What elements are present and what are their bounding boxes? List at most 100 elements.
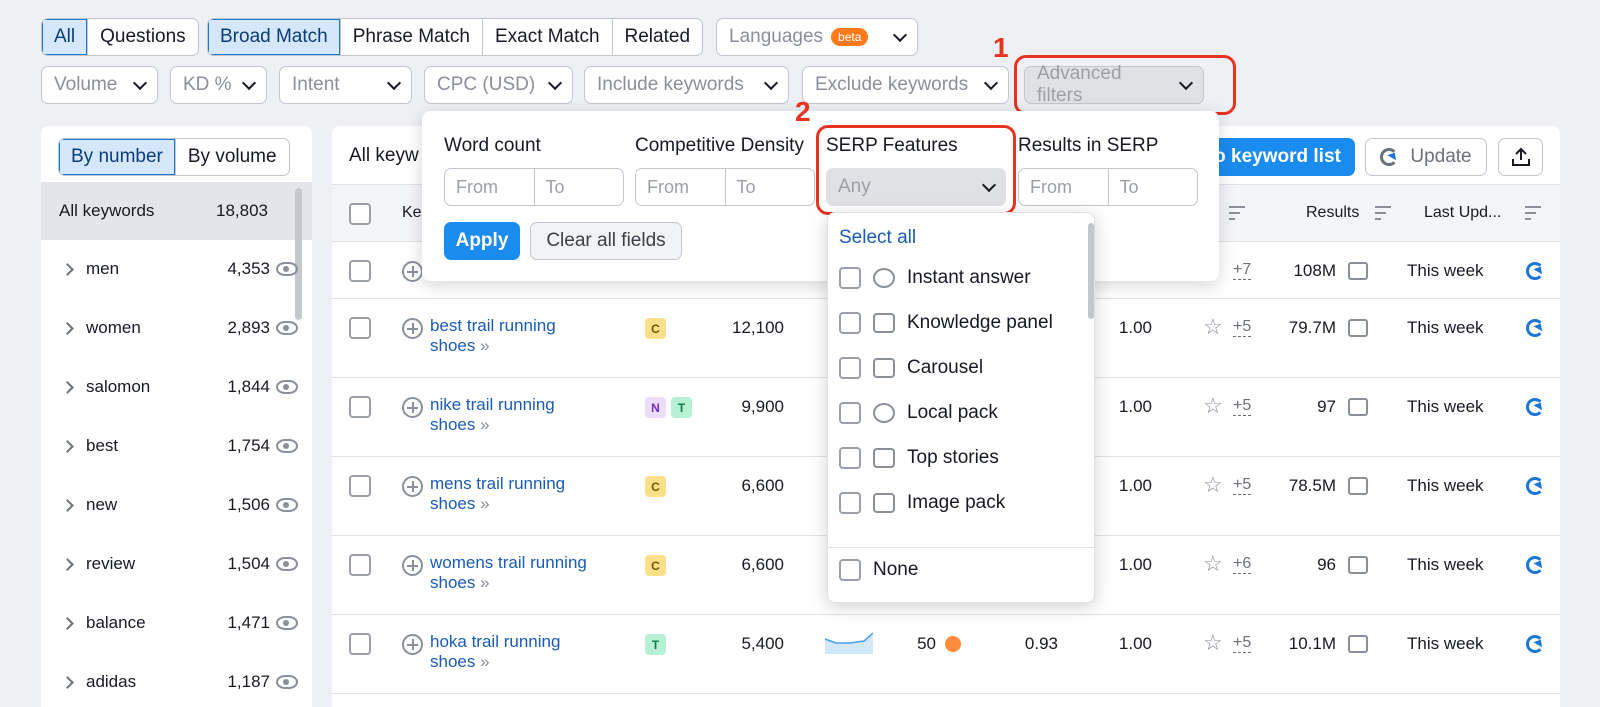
option-checkbox[interactable] [839,312,861,334]
serp-option-image-pack[interactable]: Image pack [839,485,1005,521]
group-row-salomon[interactable]: salomon 1,844 [41,358,312,416]
eye-icon[interactable] [276,557,298,571]
column-last-update-header[interactable]: Last Upd... [1424,204,1501,222]
select-all-checkbox[interactable] [349,203,371,225]
star-icon[interactable]: ☆ [1203,314,1223,340]
keyword-link[interactable]: womens trail running shoes » [430,553,620,593]
update-button[interactable]: Update [1365,138,1487,176]
serp-features-more[interactable]: +6 [1233,555,1252,574]
serp-list-scrollbar[interactable] [1088,223,1094,319]
option-checkbox[interactable] [839,492,861,514]
group-row-women[interactable]: women 2,893 [41,299,312,357]
serp-option-none[interactable]: None [839,552,918,588]
eye-icon[interactable] [276,675,298,689]
add-icon[interactable] [402,397,423,418]
exclude-keywords-filter[interactable]: Exclude keywords [802,66,1009,104]
add-icon[interactable] [402,634,423,655]
tab-all[interactable]: All [42,19,89,55]
eye-icon[interactable] [276,498,298,512]
group-row-adidas[interactable]: adidas 1,187 [41,653,312,707]
group-row-men[interactable]: men 4,353 [41,240,312,298]
tab-questions[interactable]: Questions [88,19,198,55]
group-row-best[interactable]: best 1,754 [41,417,312,475]
group-row-review[interactable]: review 1,504 [41,535,312,593]
option-checkbox[interactable] [839,267,861,289]
languages-dropdown[interactable]: Languages beta [716,18,918,56]
row-checkbox[interactable] [349,475,371,497]
row-checkbox[interactable] [349,396,371,418]
competitive-density-from[interactable]: From [636,169,726,205]
eye-icon[interactable] [276,380,298,394]
add-icon[interactable] [402,261,423,282]
kd-filter[interactable]: KD % [170,66,267,104]
word-count-from[interactable]: From [445,169,535,205]
results-in-serp-from[interactable]: From [1019,169,1109,205]
add-icon[interactable] [402,476,423,497]
serp-features-more[interactable]: +5 [1233,476,1252,495]
apply-button[interactable]: Apply [444,222,520,260]
refresh-icon[interactable] [1526,319,1544,337]
export-button[interactable] [1498,138,1543,176]
tab-exact-match[interactable]: Exact Match [483,19,613,55]
sort-icon[interactable] [1524,205,1542,221]
serp-features-more[interactable]: +5 [1233,397,1252,416]
tab-phrase-match[interactable]: Phrase Match [341,19,483,55]
serp-option-top-stories[interactable]: Top stories [839,440,999,476]
cpc-filter[interactable]: CPC (USD) [424,66,573,104]
option-checkbox[interactable] [839,447,861,469]
star-icon[interactable]: ☆ [1203,393,1223,419]
serp-option-knowledge-panel[interactable]: Knowledge panel [839,305,1053,341]
intent-filter[interactable]: Intent [279,66,412,104]
select-all-link[interactable]: Select all [839,227,916,249]
keyword-link[interactable]: hoka trail running shoes » [430,632,620,672]
serp-preview-icon[interactable] [1348,477,1368,495]
serp-preview-icon[interactable] [1348,319,1368,337]
option-checkbox[interactable] [839,357,861,379]
refresh-icon[interactable] [1526,556,1544,574]
eye-icon[interactable] [276,321,298,335]
column-results-header[interactable]: Results [1306,204,1359,222]
sort-icon[interactable] [1374,205,1392,221]
results-in-serp-to[interactable]: To [1109,169,1198,205]
include-keywords-filter[interactable]: Include keywords [584,66,789,104]
row-checkbox[interactable] [349,317,371,339]
sort-icon[interactable] [1228,205,1246,221]
volume-filter[interactable]: Volume [41,66,158,104]
row-checkbox[interactable] [349,554,371,576]
tab-related[interactable]: Related [613,19,702,55]
option-checkbox[interactable] [839,402,861,424]
serp-preview-icon[interactable] [1348,398,1368,416]
eye-icon[interactable] [276,439,298,453]
column-keyword-header[interactable]: Ke [402,204,422,222]
serp-features-more[interactable]: +5 [1233,634,1252,653]
all-keywords-row[interactable]: All keywords 18,803 [41,182,312,240]
keyword-link[interactable]: nike trail running shoes » [430,395,620,435]
eye-icon[interactable] [276,262,298,276]
table-row[interactable]: hoka trail running shoes » T 5,400 50 0.9… [332,615,1560,694]
group-row-new[interactable]: new 1,506 [41,476,312,534]
serp-features-more[interactable]: +5 [1233,318,1252,337]
group-row-balance[interactable]: balance 1,471 [41,594,312,652]
refresh-icon[interactable] [1526,262,1544,280]
tab-by-number[interactable]: By number [59,139,176,175]
refresh-icon[interactable] [1526,635,1544,653]
tab-broad-match[interactable]: Broad Match [208,19,341,55]
keyword-link[interactable]: mens trail running shoes » [430,474,620,514]
serp-option-instant-answer[interactable]: Instant answer [839,260,1031,296]
add-icon[interactable] [402,555,423,576]
star-icon[interactable]: ☆ [1203,551,1223,577]
star-icon[interactable]: ☆ [1203,630,1223,656]
serp-features-more[interactable]: +7 [1233,261,1252,280]
row-checkbox[interactable] [349,260,371,282]
serp-option-carousel[interactable]: Carousel [839,350,983,386]
serp-option-local-pack[interactable]: Local pack [839,395,998,431]
serp-preview-icon[interactable] [1348,262,1368,280]
add-to-keyword-list-button[interactable]: o keyword list [1200,138,1355,176]
word-count-to[interactable]: To [535,169,624,205]
competitive-density-to[interactable]: To [726,169,815,205]
serp-preview-icon[interactable] [1348,556,1368,574]
eye-icon[interactable] [276,616,298,630]
clear-all-fields-button[interactable]: Clear all fields [530,222,682,260]
row-checkbox[interactable] [349,633,371,655]
refresh-icon[interactable] [1526,398,1544,416]
